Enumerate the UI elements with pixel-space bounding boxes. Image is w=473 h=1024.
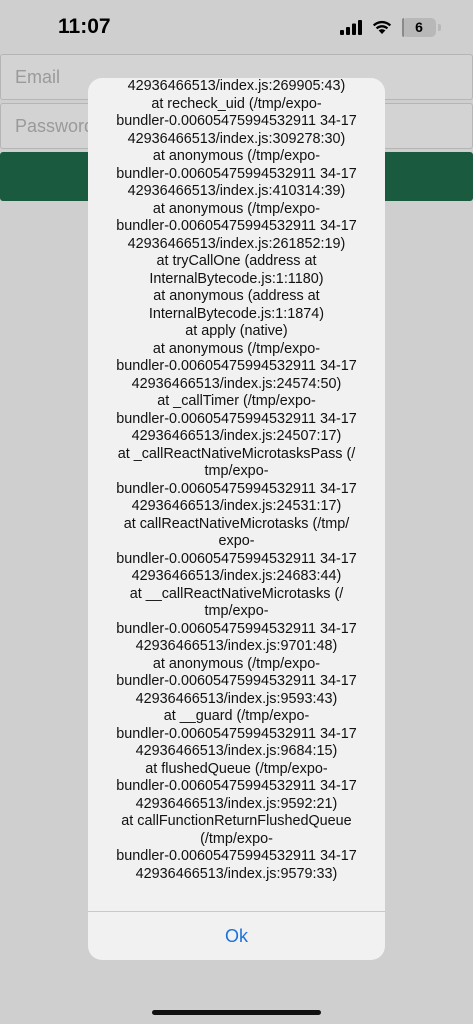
stack-trace-line: bundler-0.00605475994532911 34-17 — [116, 113, 357, 129]
stack-trace-line: at _callReactNativeMicrotasksPass (/ — [117, 445, 356, 462]
stack-trace-line: bundler-0.00605475994532911 34-17 — [116, 165, 357, 182]
stack-trace-line: at anonymous (address at — [153, 288, 320, 304]
stack-trace-line: bundler-0.00605475994532911 34-17 — [116, 778, 357, 794]
stack-trace-line: bundler-0.00605475994532911 34-17 — [116, 358, 357, 374]
stack-trace-line: bundler-0.00605475994532911 34-17 — [116, 725, 357, 742]
stack-trace-line: 42936466513/index.js:24683:44) — [131, 568, 342, 584]
stack-trace-line: expo- — [218, 533, 255, 549]
stack-trace-line: 42936466513/index.js:24574:50) — [131, 375, 342, 392]
battery-level: 6 — [415, 19, 423, 35]
stack-trace-line: 42936466513/index.js:261852:19) — [127, 235, 346, 252]
stack-trace-line: 42936466513/index.js:9593:43) — [135, 690, 338, 707]
stack-trace-line: at recheck_uid (/tmp/expo- — [151, 95, 322, 112]
battery-cap — [438, 24, 441, 31]
password-placeholder: Password — [15, 116, 95, 136]
stack-trace-line: at anonymous (/tmp/expo- — [152, 340, 321, 357]
stack-trace-line: bundler-0.00605475994532911 34-17 — [116, 480, 357, 497]
status-time: 11:07 — [58, 15, 111, 38]
stack-trace-line: 42936466513/index.js:410314:39) — [127, 183, 346, 199]
stack-trace-line: bundler-0.00605475994532911 34-17 — [116, 218, 357, 234]
stack-trace-line: 42936466513/index.js:269905:43) — [127, 78, 346, 94]
stack-trace-line: 42936466513/index.js:9701:48) — [135, 638, 338, 654]
stack-trace-line: at tryCallOne (address at — [156, 253, 317, 269]
error-alert-dialog: 42936466513/index.js:269905:43) at rechec… — [88, 78, 385, 960]
stack-trace-line: bundler-0.00605475994532911 34-17 — [116, 673, 357, 689]
stack-trace-line: bundler-0.00605475994532911 34-17 — [116, 620, 357, 637]
home-indicator[interactable] — [152, 1010, 321, 1015]
stack-trace-line: bundler-0.00605475994532911 34-17 — [116, 848, 357, 864]
battery-icon: 6 — [402, 18, 436, 37]
stack-trace-line: at anonymous (/tmp/expo- — [152, 200, 321, 217]
stack-trace-line: bundler-0.00605475994532911 34-17 — [116, 550, 357, 567]
stack-trace-line: InternalBytecode.js:1:1180) — [149, 270, 324, 287]
ok-button[interactable]: Ok — [88, 912, 385, 960]
stack-trace-line: at __callReactNativeMicrotasks (/ — [129, 585, 344, 602]
stack-trace-line: at callReactNativeMicrotasks (/tmp/ — [123, 515, 350, 532]
status-bar: 11:07 6 — [0, 0, 473, 56]
stack-trace-line: 42936466513/index.js:9684:15) — [135, 743, 338, 759]
stack-trace-line: 42936466513/index.js:9579:33) — [135, 865, 338, 882]
stack-trace-line: 42936466513/index.js:9592:21) — [135, 795, 338, 812]
wifi-icon — [372, 20, 392, 34]
stack-trace-line: at callFunctionReturnFlushedQueue — [121, 813, 352, 829]
stack-trace-line: at _callTimer (/tmp/expo- — [157, 393, 316, 409]
signal-icon — [340, 20, 362, 35]
stack-trace-line: 42936466513/index.js:309278:30) — [127, 130, 346, 147]
stack-trace-line: tmp/expo- — [204, 603, 269, 619]
stack-trace-line: bundler-0.00605475994532911 34-17 — [116, 410, 357, 427]
email-placeholder: Email — [15, 67, 61, 87]
stack-trace-line: tmp/expo- — [204, 463, 269, 479]
stack-trace-line: 42936466513/index.js:24507:17) — [131, 428, 342, 444]
stack-trace-line: InternalBytecode.js:1:1874) — [148, 305, 325, 322]
stack-trace-line: at anonymous (/tmp/expo- — [152, 655, 321, 672]
stack-trace-line: at apply (native) — [185, 323, 288, 339]
alert-message: 42936466513/index.js:269905:43) at rechec… — [88, 78, 385, 911]
stack-trace-line: 42936466513/index.js:24531:17) — [131, 498, 342, 514]
stack-trace-line: at anonymous (/tmp/expo- — [152, 148, 321, 164]
stack-trace-line: (/tmp/expo- — [200, 830, 273, 847]
stack-trace-line: at flushedQueue (/tmp/expo- — [145, 760, 328, 777]
stack-trace-line: at __guard (/tmp/expo- — [163, 708, 310, 724]
